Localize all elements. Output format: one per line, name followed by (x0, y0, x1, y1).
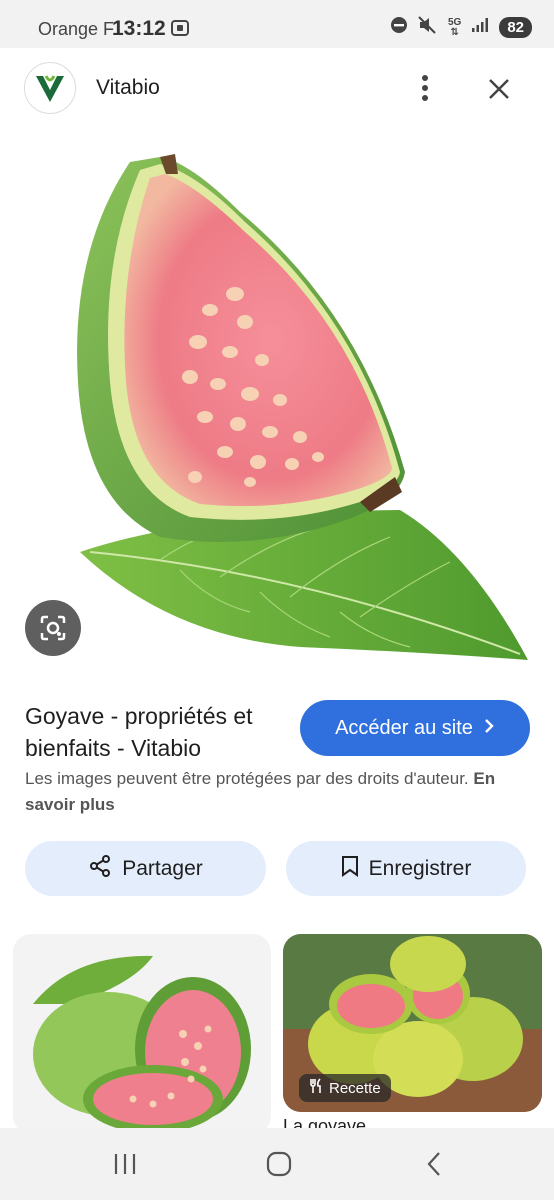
recent-apps-icon[interactable] (105, 1148, 145, 1180)
system-nav-bar (0, 1128, 554, 1200)
vitabio-logo[interactable] (24, 62, 76, 114)
visit-site-label: Accéder au site (335, 716, 473, 739)
related-result-card[interactable]: Recette (283, 934, 542, 1112)
site-name[interactable]: Vitabio (96, 76, 160, 100)
screen-record-icon (170, 18, 190, 43)
share-label: Partager (122, 856, 203, 880)
network-label: 5G ⇅ (447, 16, 462, 38)
home-icon[interactable] (259, 1148, 299, 1180)
related-result-card[interactable] (13, 934, 271, 1134)
battery-badge: 82 (499, 17, 532, 38)
carrier-label: Orange F (38, 19, 115, 39)
app-header: Vitabio (0, 48, 554, 132)
status-icons: 5G ⇅ 82 (390, 16, 532, 39)
recipe-chip-label: Recette (329, 1079, 381, 1097)
chevron-right-icon (483, 717, 495, 740)
guava-image[interactable] (0, 132, 554, 684)
result-title[interactable]: Goyave - propriétés et bienfaits - Vitab… (25, 700, 295, 764)
lens-search-icon[interactable] (25, 600, 81, 656)
visit-site-button[interactable]: Accéder au site (300, 700, 530, 756)
close-icon[interactable] (482, 72, 516, 106)
signal-icon (471, 17, 489, 38)
status-bar: Orange F 13:12 5G ⇅ 82 (0, 0, 554, 48)
restaurant-icon (309, 1078, 323, 1098)
more-vert-icon[interactable] (410, 70, 440, 106)
copyright-notice: Les images peuvent être protégées par de… (25, 769, 496, 814)
dnd-icon (390, 16, 408, 39)
mute-icon (418, 16, 438, 39)
recipe-chip: Recette (299, 1074, 391, 1102)
save-button[interactable]: Enregistrer (286, 841, 526, 896)
back-icon[interactable] (414, 1148, 454, 1180)
save-label: Enregistrer (368, 856, 472, 880)
bookmark-icon (341, 855, 359, 883)
share-button[interactable]: Partager (25, 841, 266, 896)
share-icon (88, 854, 112, 884)
clock: 13:12 (112, 17, 166, 40)
